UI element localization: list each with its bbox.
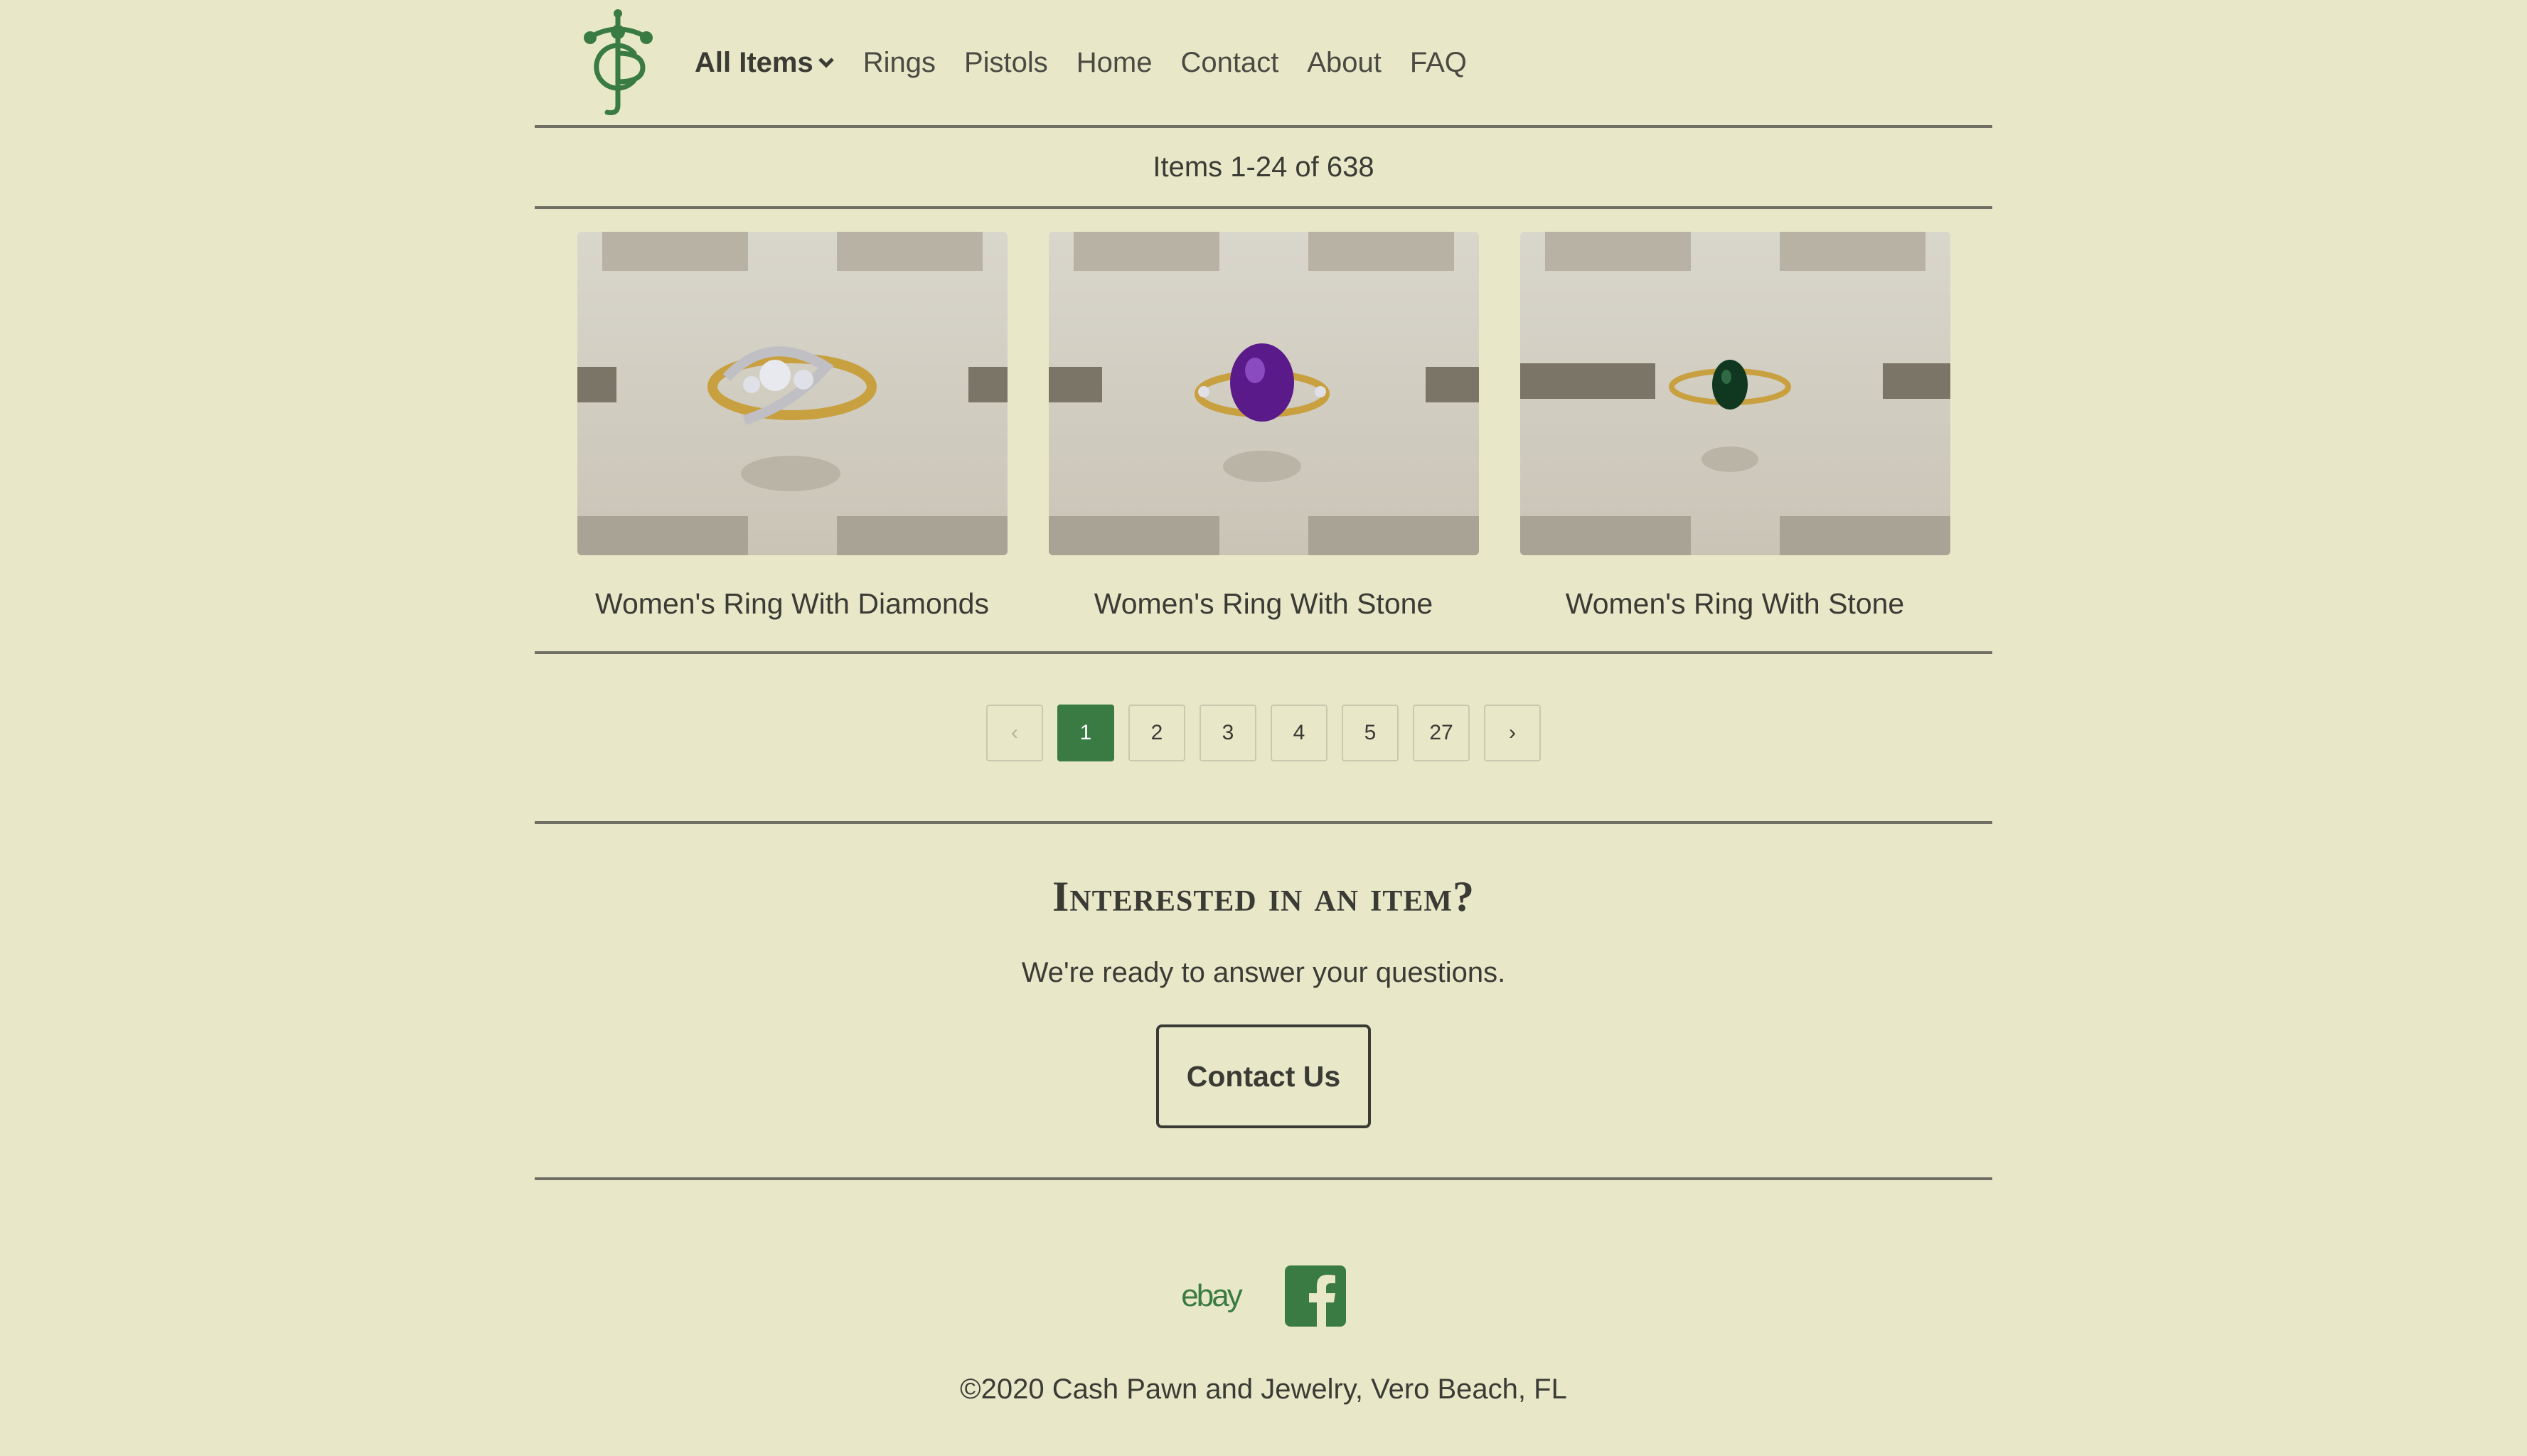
copyright-text: ©2020 Cash Pawn and Jewelry, Vero Beach,…: [960, 1374, 1567, 1405]
product-card[interactable]: Women's Ring With Stone: [1048, 232, 1479, 651]
product-grid: Women's Ring With Diamonds Women's Ring …: [535, 209, 1992, 654]
product-title[interactable]: Women's Ring With Diamonds: [577, 587, 1008, 621]
pagination-next-button[interactable]: ›: [1484, 704, 1541, 761]
nav-all-items-dropdown[interactable]: All Items: [695, 47, 835, 79]
product-image-ring-green-stone[interactable]: [1519, 232, 1950, 555]
product-card[interactable]: Women's Ring With Diamonds: [577, 232, 1008, 651]
nav-all-items-label: All Items: [695, 46, 813, 78]
product-card[interactable]: Women's Ring With Stone: [1519, 232, 1950, 651]
product-title[interactable]: Women's Ring With Stone: [1049, 587, 1479, 621]
pagination-prev-button[interactable]: ‹: [986, 704, 1043, 761]
pagination-page-3[interactable]: 3: [1200, 704, 1256, 761]
product-image-ring-purple-stone[interactable]: [1048, 232, 1479, 555]
nav-about[interactable]: About: [1307, 47, 1382, 79]
page-wrapper: All Items Rings Pistols Home Contact Abo…: [535, 0, 1992, 1406]
pagination-page-27[interactable]: 27: [1413, 704, 1470, 761]
social-links: ebay: [535, 1265, 1992, 1327]
nav-rings[interactable]: Rings: [863, 47, 936, 79]
pagination-page-4[interactable]: 4: [1271, 704, 1327, 761]
footer: ebay ©2020 Cash Pawn and Jewelry, Vero B…: [535, 1180, 1992, 1406]
items-count: Items 1-24 of 638: [535, 128, 1992, 209]
pagination-page-2[interactable]: 2: [1128, 704, 1185, 761]
nav-faq[interactable]: FAQ: [1410, 47, 1467, 79]
chevron-down-icon: [818, 58, 834, 68]
contact-cta-section: Interested in an item? We're ready to an…: [535, 824, 1992, 1180]
pagination: ‹ 1 2 3 4 5 27 ›: [535, 654, 1992, 824]
product-title[interactable]: Women's Ring With Stone: [1520, 587, 1950, 621]
nav-home[interactable]: Home: [1076, 47, 1153, 79]
top-nav: All Items Rings Pistols Home Contact Abo…: [535, 0, 1992, 128]
nav-contact[interactable]: Contact: [1181, 47, 1279, 79]
store-logo-icon[interactable]: [577, 9, 659, 116]
nav-pistols[interactable]: Pistols: [964, 47, 1048, 79]
cta-subtitle: We're ready to answer your questions.: [1021, 957, 1506, 988]
contact-us-button[interactable]: Contact Us: [1156, 1024, 1371, 1128]
product-image-ring-diamonds[interactable]: [577, 232, 1008, 555]
cta-heading: Interested in an item?: [1052, 873, 1475, 920]
facebook-icon[interactable]: [1284, 1265, 1346, 1327]
ebay-link[interactable]: ebay: [1181, 1278, 1242, 1314]
pagination-page-1[interactable]: 1: [1057, 704, 1114, 761]
pagination-page-5[interactable]: 5: [1342, 704, 1399, 761]
